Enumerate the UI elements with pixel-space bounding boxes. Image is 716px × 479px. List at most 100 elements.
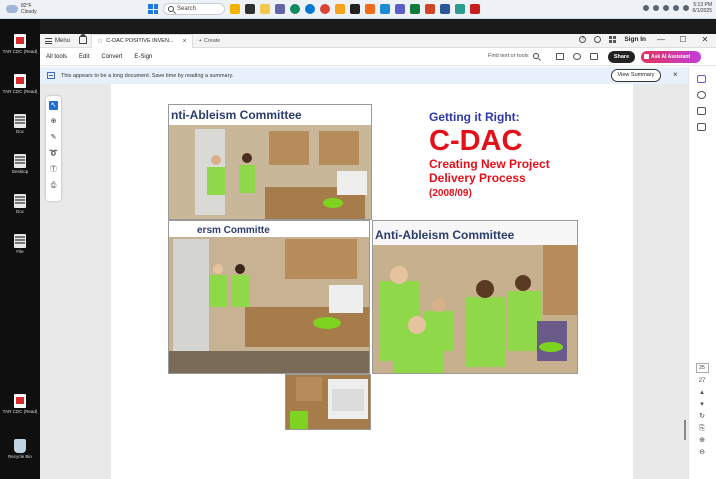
slide-subtitle: Getting it Right: (429, 110, 520, 124)
summary-banner: This appears to be a long document. Save… (40, 67, 688, 84)
battery-icon[interactable] (682, 5, 689, 11)
toolbar-icons (556, 53, 598, 60)
home-icon[interactable] (79, 33, 88, 44)
system-tray: 5:13 PM 6/1/2025 (642, 2, 712, 14)
search-icon (532, 53, 539, 59)
draw-icon[interactable]: ➰ (49, 149, 58, 158)
page-number-input[interactable]: 25 (695, 363, 709, 373)
bookmark-icon[interactable] (697, 107, 706, 115)
apps-grid-icon[interactable] (609, 36, 617, 43)
photo-kitchen-bottom: ersm Committe (168, 220, 370, 374)
tray-app-icon[interactable] (652, 5, 659, 11)
find-tools-search[interactable]: Find text or tools (488, 53, 539, 59)
menu-e-sign[interactable]: E-Sign (128, 54, 158, 60)
chevron-up-icon[interactable]: ▴ (700, 389, 704, 396)
desktop-icon[interactable]: TAR CDC (Read) (3, 74, 37, 94)
chevron-up-icon[interactable] (642, 5, 649, 11)
app-icon[interactable] (365, 4, 375, 14)
desktop-icon[interactable]: Doc (4, 114, 36, 134)
task-view-icon[interactable] (245, 4, 255, 14)
window-close-icon[interactable]: ✕ (698, 35, 712, 44)
desktop-icon[interactable]: Desktop (4, 154, 36, 174)
desktop-icon[interactable]: TAR CDC (Read) (3, 34, 37, 54)
teams-icon[interactable] (275, 4, 285, 14)
wifi-icon[interactable] (662, 5, 669, 11)
rotate-icon[interactable]: ↻ (699, 413, 705, 420)
slide-year: (2008/09) (429, 188, 472, 199)
chrome-icon[interactable] (320, 4, 330, 14)
zoom-icon[interactable]: ⊕ (49, 117, 58, 126)
taskbar-apps: Search (148, 3, 480, 15)
extract-icon[interactable]: ⎘ (699, 425, 705, 432)
menu-all-tools[interactable]: All tools (40, 54, 73, 60)
taskbar-search-label: Search (177, 6, 197, 12)
minimize-icon[interactable]: — (654, 35, 668, 44)
weather-widget[interactable]: 82°F Cloudy (0, 3, 148, 15)
file-explorer-icon[interactable] (260, 4, 270, 14)
app-icon[interactable] (455, 4, 465, 14)
menu-button[interactable]: Menu (40, 37, 75, 44)
app-icon[interactable] (350, 4, 360, 14)
print-icon[interactable] (590, 53, 598, 60)
new-tab-button[interactable]: + Create (193, 38, 227, 44)
windows-start-icon[interactable] (148, 4, 158, 14)
view-summary-button[interactable]: View Summary (611, 69, 661, 82)
help-icon[interactable]: ? (579, 36, 587, 43)
photo-banner-text-3: Anti-Ableism Committee (375, 228, 515, 242)
plus-icon: + (198, 37, 202, 44)
doc-file-icon (14, 154, 26, 168)
zoom-out-icon[interactable]: ⊖ (699, 449, 705, 456)
stamp-icon[interactable]: ⎙ (49, 181, 58, 190)
edge-icon[interactable] (290, 4, 300, 14)
ai-panel-icon[interactable] (697, 75, 706, 83)
photo-banner-text-2: ersm Committe (197, 225, 270, 236)
sign-in-button[interactable]: Sign In (624, 36, 646, 43)
widget-app-icon[interactable] (230, 4, 240, 14)
photo-group: Anti-Ableism Committee (372, 220, 578, 374)
notifications-icon[interactable] (594, 36, 602, 43)
app-icon[interactable] (335, 4, 345, 14)
quick-tools-bar: ↖ ⊕ ✎ ➰ Ⓣ ⎙ (46, 96, 61, 201)
app-icon[interactable] (380, 4, 390, 14)
slide-title-block: Getting it Right: C-DAC Creating New Pro… (429, 110, 619, 199)
star-icon[interactable]: ☆ (97, 37, 103, 45)
desktop-icon[interactable]: Doc (4, 194, 36, 214)
taskbar-clock[interactable]: 5:13 PM 6/1/2025 (693, 2, 712, 14)
menu-edit[interactable]: Edit (73, 54, 95, 60)
app-icon[interactable] (395, 4, 405, 14)
comment-icon[interactable] (697, 91, 706, 99)
skype-icon[interactable] (305, 4, 315, 14)
taskbar-search[interactable]: Search (163, 3, 225, 15)
desktop-icon[interactable]: TAR CDC (Read) (3, 394, 37, 414)
title-bar-controls: ? Sign In — ☐ ✕ (579, 35, 712, 44)
text-box-icon[interactable]: Ⓣ (49, 165, 58, 174)
powerpoint-icon[interactable] (425, 4, 435, 14)
close-banner-icon[interactable]: × (673, 70, 678, 79)
desktop-icon-label: Doc (15, 209, 24, 214)
desktop-icon[interactable]: Recycle Bin (4, 439, 36, 459)
windows-taskbar: 82°F Cloudy Search 5:13 PM 6/1/2025 (0, 0, 716, 19)
pdf-page: nti-Ableism Committee ersm Committe Anti… (111, 84, 633, 479)
menu-convert[interactable]: Convert (95, 54, 128, 60)
volume-icon[interactable] (672, 5, 679, 11)
close-tab-icon[interactable]: × (183, 38, 187, 45)
share-button[interactable]: Share (608, 51, 635, 63)
scrollbar-thumb[interactable] (684, 420, 686, 440)
chevron-down-icon[interactable]: ▾ (700, 401, 704, 408)
photo-banner-text: nti-Ableism Committee (171, 108, 302, 122)
highlight-pen-icon[interactable]: ✎ (49, 133, 58, 142)
save-icon[interactable] (556, 53, 564, 60)
excel-icon[interactable] (410, 4, 420, 14)
select-cursor-icon[interactable]: ↖ (49, 101, 58, 110)
zoom-in-icon[interactable]: ⊕ (699, 437, 705, 444)
word-icon[interactable] (440, 4, 450, 14)
desktop-icon[interactable]: File (4, 234, 36, 254)
document-viewport[interactable]: ↖ ⊕ ✎ ➰ Ⓣ ⎙ nti-Ableism Committee ersm C… (40, 84, 688, 479)
pages-icon[interactable] (697, 123, 706, 131)
acrobat-icon[interactable] (470, 4, 480, 14)
upload-icon[interactable] (573, 53, 581, 60)
find-label: Find text or tools (488, 53, 529, 59)
document-tab[interactable]: ☆ C-DAC POSITIVE INVEN... × (91, 33, 193, 48)
ai-assistant-button[interactable]: Ask AI Assistant (641, 51, 701, 63)
maximize-icon[interactable]: ☐ (676, 35, 690, 44)
